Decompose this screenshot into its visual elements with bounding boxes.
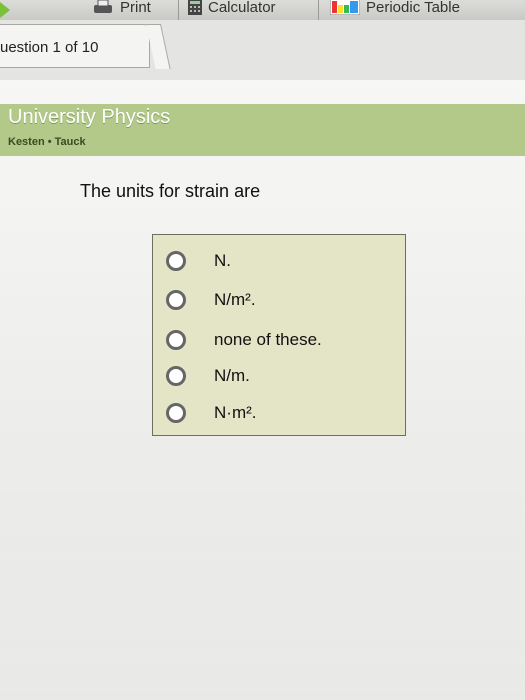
periodic-table-icon bbox=[330, 0, 360, 15]
radio-button-icon[interactable] bbox=[166, 366, 186, 386]
radio-button-icon[interactable] bbox=[166, 403, 186, 423]
radio-button-icon[interactable] bbox=[166, 251, 186, 271]
toolbar-divider bbox=[318, 0, 319, 20]
question-counter: uestion 1 of 10 bbox=[0, 39, 99, 56]
calculator-icon bbox=[188, 0, 202, 15]
book-title: University Physics bbox=[8, 106, 171, 128]
answer-option[interactable]: N/m². bbox=[166, 285, 256, 315]
answer-option-label: N. bbox=[214, 251, 231, 270]
answer-option[interactable]: N·m². bbox=[166, 398, 256, 428]
toolbar-divider bbox=[178, 0, 179, 20]
radio-button-icon[interactable] bbox=[166, 290, 186, 310]
answer-option-label: N/m. bbox=[214, 366, 250, 385]
book-authors: Kesten • Tauck bbox=[8, 136, 86, 148]
print-button[interactable]: Print bbox=[92, 0, 151, 18]
answer-option-label: N/m². bbox=[214, 290, 256, 309]
answer-option-label: N·m². bbox=[214, 403, 257, 422]
printer-icon bbox=[94, 0, 112, 13]
nav-arrow-icon[interactable] bbox=[0, 2, 10, 18]
calculator-label: Calculator bbox=[208, 0, 276, 16]
answer-option[interactable]: none of these. bbox=[166, 325, 322, 355]
question-text: The units for strain are bbox=[80, 181, 261, 201]
radio-button-icon[interactable] bbox=[166, 330, 186, 350]
print-label: Print bbox=[120, 0, 151, 16]
answer-option-label: none of these. bbox=[214, 330, 322, 349]
question-counter-tab: uestion 1 of 10 bbox=[0, 24, 150, 68]
answer-option[interactable]: N. bbox=[166, 246, 231, 276]
periodic-table-label: Periodic Table bbox=[366, 0, 460, 16]
calculator-button[interactable]: Calculator bbox=[188, 0, 276, 18]
toolbar: Print Calculator Periodic Table bbox=[0, 0, 525, 21]
answer-option[interactable]: N/m. bbox=[166, 361, 250, 391]
periodic-table-button[interactable]: Periodic Table bbox=[330, 0, 460, 18]
